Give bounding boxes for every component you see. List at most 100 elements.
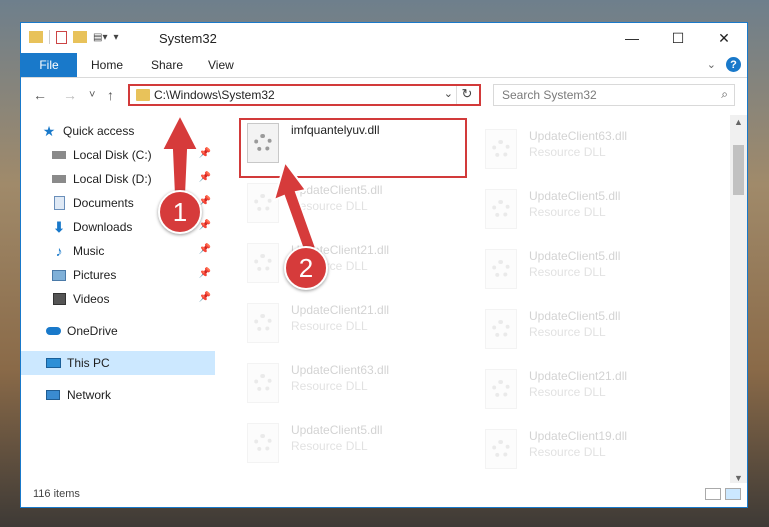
search-input[interactable]: Search System32 ⌕: [493, 84, 735, 106]
pin-icon[interactable]: 📌: [199, 148, 211, 159]
downloads-icon: ⬇: [53, 218, 65, 235]
dll-file-icon: [485, 369, 517, 409]
file-item[interactable]: UpdateClient63.dll Resource DLL: [243, 359, 473, 411]
sidebar-item-label: OneDrive: [67, 324, 118, 338]
file-type: Resource DLL: [529, 445, 606, 459]
dll-file-icon: [485, 429, 517, 469]
step-badge-1: 1: [158, 190, 202, 234]
title-bar: ▤▾ ▾ System32 — ☐ ✕: [21, 23, 747, 53]
refresh-button[interactable]: ↻: [456, 86, 477, 104]
file-type: Resource DLL: [529, 385, 606, 399]
window-title: System32: [159, 31, 217, 46]
file-type: Resource DLL: [529, 145, 606, 159]
file-item[interactable]: UpdateClient5.dll Resource DLL: [481, 185, 711, 237]
explorer-window: ▤▾ ▾ System32 — ☐ ✕ File Home Share View…: [20, 22, 748, 508]
sidebar-item-onedrive[interactable]: OneDrive: [21, 319, 215, 343]
scroll-down-icon[interactable]: ▼: [734, 473, 743, 483]
maximize-button[interactable]: ☐: [655, 23, 701, 53]
gear-icon: [254, 314, 272, 332]
sidebar-item-label: Documents: [73, 196, 134, 210]
dll-file-icon: [485, 189, 517, 229]
forward-button[interactable]: →: [63, 87, 77, 103]
star-icon: ★: [42, 122, 56, 139]
sidebar-item-this-pc[interactable]: This PC: [21, 351, 215, 375]
new-folder-icon[interactable]: [73, 31, 87, 43]
file-name: UpdateClient21.dll: [291, 303, 390, 317]
sidebar-item-label: Network: [67, 388, 112, 402]
file-type: Resource DLL: [291, 379, 368, 393]
pin-icon[interactable]: 📌: [199, 220, 211, 231]
sidebar-item-label: Local Disk (D:): [73, 172, 152, 186]
file-name: UpdateClient5.dll: [529, 309, 621, 323]
gear-icon: [492, 200, 510, 218]
file-type: Resource DLL: [529, 265, 606, 279]
sidebar-item-local-disk-c[interactable]: Local Disk (C:) 📌: [21, 143, 215, 167]
dropdown-arrow-icon[interactable]: ▾: [113, 32, 118, 43]
file-item[interactable]: UpdateClient21.dll Resource DLL: [481, 365, 711, 417]
file-item[interactable]: UpdateClient21.dll Resource DLL: [243, 239, 473, 291]
sidebar-item-label: Pictures: [73, 268, 117, 282]
file-item[interactable]: UpdateClient5.dll Resource DLL: [481, 305, 711, 357]
address-text[interactable]: C:\Windows\System32: [154, 88, 275, 102]
file-highlight-box: [239, 118, 467, 178]
chevron-down-icon[interactable]: ⌄: [444, 87, 453, 100]
file-item[interactable]: UpdateClient21.dll Resource DLL: [243, 299, 473, 351]
dll-file-icon: [247, 243, 279, 283]
address-bar[interactable]: C:\Windows\System32 ⌄ ↻: [128, 84, 481, 106]
properties-icon[interactable]: [56, 30, 67, 44]
sidebar-item-network[interactable]: Network: [21, 383, 215, 407]
file-item[interactable]: UpdateClient5.dll Resource DLL: [481, 245, 711, 297]
help-icon[interactable]: ?: [726, 57, 741, 72]
window-controls: — ☐ ✕: [609, 23, 747, 53]
customize-toolbar-icon[interactable]: ▤▾: [93, 32, 107, 43]
dll-file-icon: [247, 423, 279, 463]
sidebar-item-local-disk-d[interactable]: Local Disk (D:) 📌: [21, 167, 215, 191]
tab-view[interactable]: View: [208, 53, 234, 77]
file-item[interactable]: UpdateClient19.dll Resource DLL: [481, 425, 711, 477]
pin-icon[interactable]: 📌: [199, 292, 211, 303]
scroll-up-icon[interactable]: ▲: [734, 117, 743, 127]
dll-file-icon: [485, 129, 517, 169]
up-button[interactable]: ↑: [107, 87, 114, 103]
file-item[interactable]: UpdateClient5.dll Resource DLL: [243, 419, 473, 471]
tab-home[interactable]: Home: [91, 53, 123, 77]
sidebar-item-pictures[interactable]: Pictures 📌: [21, 263, 215, 287]
pin-icon[interactable]: 📌: [199, 244, 211, 255]
tab-file[interactable]: File: [21, 53, 77, 77]
details-view-icon[interactable]: [705, 488, 721, 500]
tab-share[interactable]: Share: [151, 53, 183, 77]
minimize-button[interactable]: —: [609, 23, 655, 53]
large-icons-view-icon[interactable]: [725, 488, 741, 500]
expand-ribbon-icon[interactable]: ⌄: [707, 58, 716, 71]
gear-icon: [492, 140, 510, 158]
back-button[interactable]: ←: [33, 87, 47, 103]
sidebar-item-music[interactable]: ♪ Music 📌: [21, 239, 215, 263]
step-badge-2: 2: [284, 246, 328, 290]
file-type: Resource DLL: [529, 325, 606, 339]
search-icon[interactable]: ⌕: [721, 87, 728, 102]
gear-icon: [254, 194, 272, 212]
music-icon: ♪: [55, 243, 63, 259]
gear-icon: [492, 440, 510, 458]
file-type: Resource DLL: [291, 439, 368, 453]
scroll-thumb[interactable]: [733, 145, 744, 195]
pictures-icon: [51, 267, 67, 283]
gear-icon: [254, 254, 272, 272]
item-count: 116 items: [33, 488, 80, 500]
vertical-scrollbar[interactable]: ▲ ▼: [730, 115, 747, 485]
recent-locations-button[interactable]: ˅: [89, 89, 95, 101]
file-item[interactable]: UpdateClient63.dll Resource DLL: [481, 125, 711, 177]
file-name: UpdateClient5.dll: [529, 189, 621, 203]
sidebar-item-quick-access[interactable]: ★ Quick access: [41, 119, 235, 143]
sidebar-item-label: Downloads: [73, 220, 133, 234]
status-bar: 116 items: [21, 483, 747, 507]
file-item[interactable]: UpdateClient5.dll Resource DLL: [243, 179, 473, 231]
ribbon-right: ⌄ ?: [707, 57, 741, 72]
pin-icon[interactable]: 📌: [199, 172, 211, 183]
sidebar-item-videos[interactable]: Videos 📌: [21, 287, 215, 311]
close-button[interactable]: ✕: [701, 23, 747, 53]
pin-icon[interactable]: 📌: [199, 268, 211, 279]
ribbon-tabs: File Home Share View ⌄ ?: [21, 53, 747, 78]
folder-icon[interactable]: [29, 31, 43, 43]
dll-file-icon: [247, 363, 279, 403]
